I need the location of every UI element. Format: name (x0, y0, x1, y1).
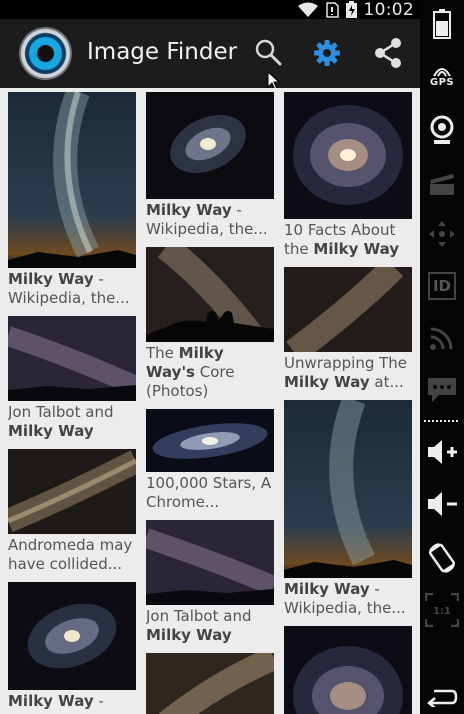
back-icon (427, 689, 458, 707)
webcam-button[interactable] (420, 112, 464, 148)
result-card[interactable]: Jon Talbot and Milky Way (146, 520, 274, 645)
app-title: Image Finder (87, 39, 238, 65)
result-caption: 100,000 Stars, A Chrome... (146, 474, 272, 511)
share-button[interactable] (368, 33, 408, 73)
scale-label: 1:1 (433, 606, 451, 617)
scale-icon: 1:1 (425, 593, 459, 627)
settings-button[interactable] (307, 33, 347, 73)
results-column-2: Milky Way - Wikipedia, the... The Milky … (146, 92, 274, 714)
wifi-icon (297, 2, 318, 17)
gps-label: GPS (429, 76, 455, 88)
result-caption: The Milky Way's Core (Photos) (146, 344, 235, 400)
battery-charging-icon (345, 1, 357, 18)
rotate-button[interactable] (420, 538, 464, 578)
divider-dashes (424, 420, 460, 422)
result-card[interactable]: Milky Way - Wikipedia, the... (284, 400, 412, 618)
share-icon (375, 38, 401, 68)
result-caption: Milky Way - Wikipedia, the... (284, 580, 406, 617)
result-caption: Andromeda may have collided... (8, 536, 133, 573)
status-bar: 10:02 (0, 0, 420, 20)
result-card[interactable]: Milky Way - (8, 582, 136, 711)
result-caption: Milky Way - Wikipedia, the... (8, 270, 130, 307)
search-button[interactable] (249, 33, 289, 73)
no-sim-icon (325, 1, 339, 18)
rotate-icon (428, 543, 456, 573)
spiral-galaxy-image[interactable] (146, 92, 274, 199)
galaxy-image[interactable] (146, 409, 274, 472)
result-card[interactable]: The Milky Way's Core (Photos) (146, 247, 274, 401)
result-card[interactable]: Andromeda may have collided... (8, 449, 136, 574)
spiral-galaxy-image[interactable] (284, 626, 412, 714)
action-bar: Image Finder (0, 19, 420, 91)
volume-up-icon (428, 440, 457, 464)
results-column-3: 10 Facts About the Milky Way Unwrapping … (284, 92, 412, 714)
milky-way-image[interactable] (284, 400, 412, 578)
result-card[interactable]: 100,000 Stars, A Chrome... (146, 409, 274, 512)
result-caption: Milky Way - Wikipedia, the... (146, 201, 268, 238)
dpad-icon (429, 221, 455, 247)
result-card[interactable] (146, 653, 274, 714)
milky-way-image[interactable] (8, 449, 136, 534)
result-card[interactable] (284, 626, 412, 714)
volume-down-button[interactable] (420, 486, 464, 522)
sms-icon (428, 378, 456, 402)
screencast-button[interactable] (420, 166, 464, 202)
webcam-icon (430, 115, 454, 144)
milky-way-image[interactable] (284, 267, 412, 352)
gps-button[interactable]: GPS (420, 58, 464, 94)
milky-way-image[interactable] (146, 520, 274, 605)
result-caption: Jon Talbot and Milky Way (146, 607, 252, 644)
result-caption: Milky Way - (8, 692, 104, 710)
spiral-galaxy-image[interactable] (284, 92, 412, 219)
sms-button[interactable] (420, 372, 464, 408)
result-caption: Unwrapping The Milky Way at... (284, 354, 408, 391)
volume-up-button[interactable] (420, 434, 464, 470)
results-column-1: Milky Way - Wikipedia, the... Jon Talbot… (8, 92, 136, 714)
result-card[interactable]: Milky Way - Wikipedia, the... (146, 92, 274, 239)
device-id-icon: ID (428, 272, 456, 300)
spiral-galaxy-image[interactable] (8, 582, 136, 690)
milky-way-image[interactable] (146, 653, 274, 714)
id-label: ID (432, 277, 452, 295)
result-caption: Jon Talbot and Milky Way (8, 403, 114, 440)
image-results-grid[interactable]: Milky Way - Wikipedia, the... Jon Talbot… (0, 88, 420, 714)
app-logo[interactable] (19, 27, 72, 80)
milky-way-image[interactable] (8, 92, 136, 268)
gear-icon (314, 40, 340, 66)
status-time: 10:02 (363, 0, 414, 20)
milky-way-observatory-image[interactable] (146, 247, 274, 342)
result-card[interactable]: Milky Way - Wikipedia, the... (8, 92, 136, 308)
gps-icon (433, 67, 451, 77)
volume-down-icon (428, 492, 457, 516)
toolbar-divider (420, 418, 464, 424)
result-card[interactable]: Jon Talbot and Milky Way (8, 316, 136, 441)
result-caption: 10 Facts About the Milky Way (284, 221, 400, 258)
result-card[interactable]: 10 Facts About the Milky Way (284, 92, 412, 259)
battery-icon (433, 9, 451, 39)
result-card[interactable]: Unwrapping The Milky Way at... (284, 267, 412, 392)
dpad-button[interactable] (420, 216, 464, 252)
scale-button[interactable]: 1:1 (420, 590, 464, 630)
back-button[interactable] (420, 684, 464, 710)
device-id-button[interactable]: ID (420, 268, 464, 304)
search-icon (255, 39, 282, 66)
network-icon (430, 327, 453, 350)
milky-way-image[interactable] (8, 316, 136, 401)
emulator-side-toolbar: GPS ID 1:1 (420, 0, 464, 714)
network-button[interactable] (420, 320, 464, 356)
clapperboard-icon (430, 174, 454, 195)
battery-button[interactable] (420, 6, 464, 42)
